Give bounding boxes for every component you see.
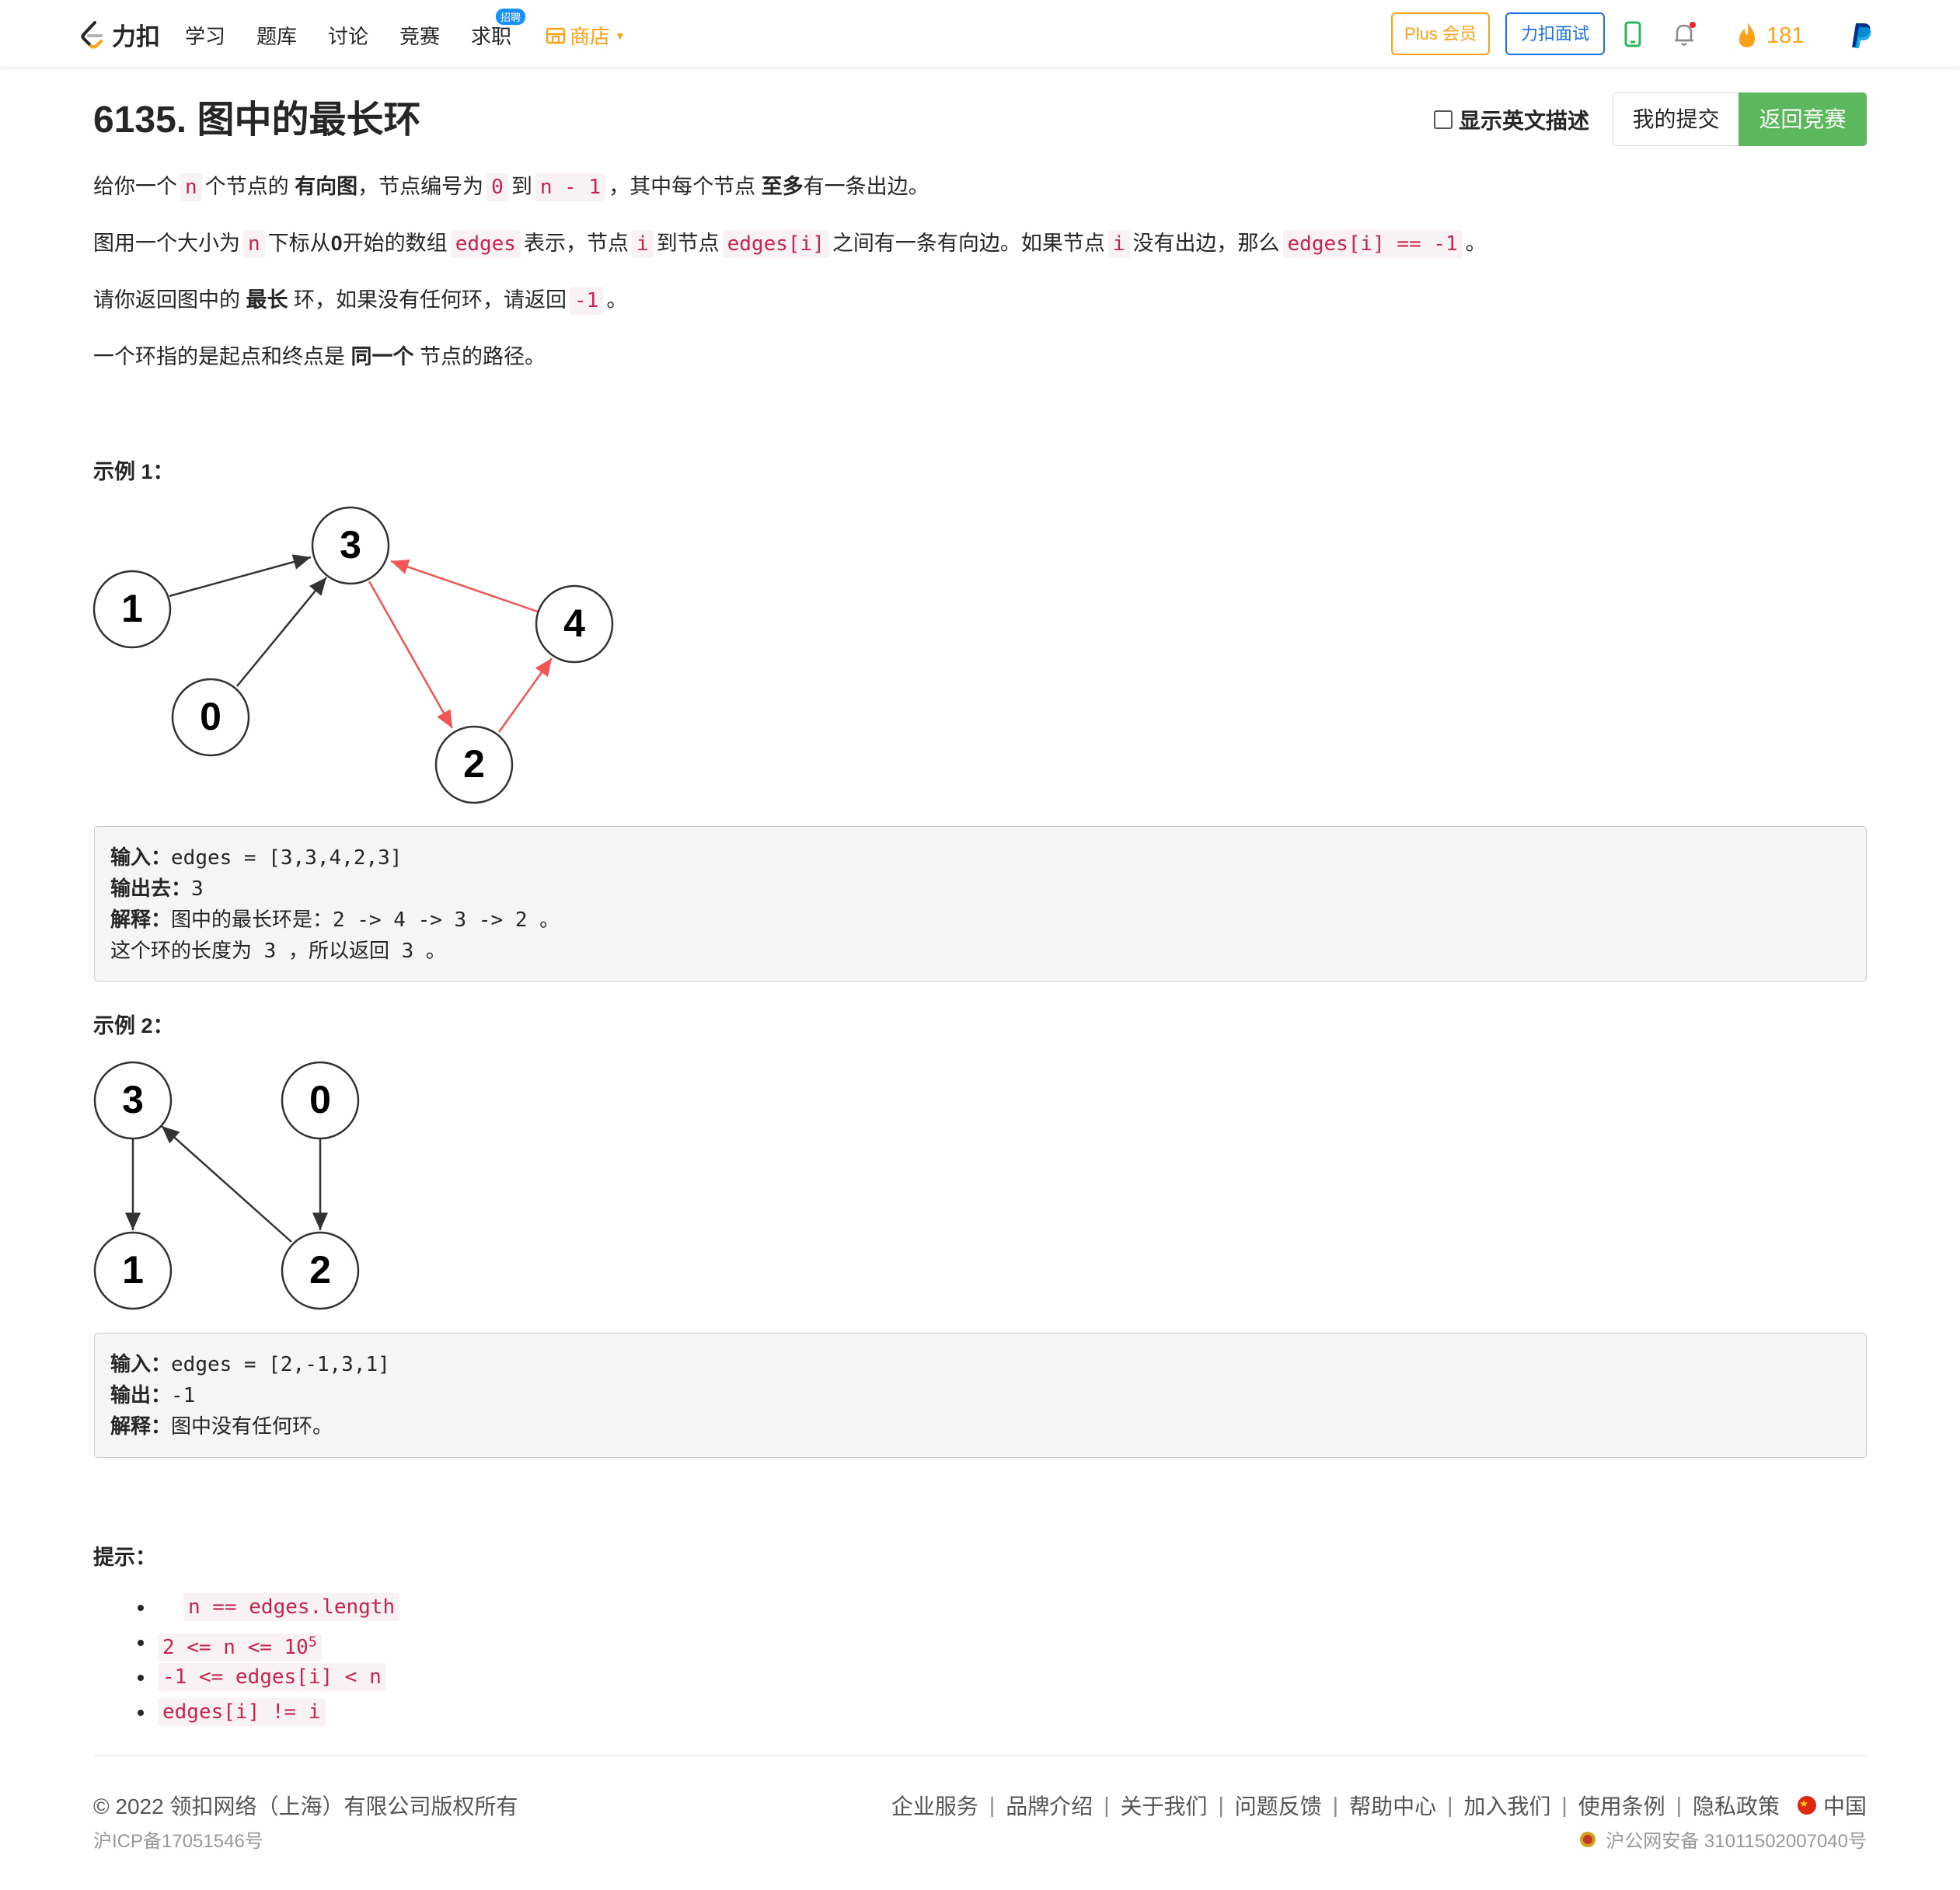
region-label: 中国 <box>1822 1794 1867 1819</box>
svg-text:3: 3 <box>340 523 361 567</box>
show-english-checkbox[interactable] <box>1434 110 1453 129</box>
show-english-toggle[interactable]: 显示英文描述 <box>1434 104 1589 135</box>
china-flag-icon <box>1797 1796 1816 1815</box>
edge-1-3 <box>169 554 312 598</box>
paypal-icon[interactable] <box>1850 22 1873 50</box>
output-label: 输出去： <box>110 877 192 901</box>
exponent: 5 <box>308 1634 317 1650</box>
police-record-text: 沪公网安备 31011502007040号 <box>1606 1831 1867 1852</box>
footer-link-join[interactable]: 加入我们 <box>1463 1790 1550 1821</box>
show-english-label: 显示英文描述 <box>1459 109 1590 133</box>
edge-3-2 <box>368 581 454 729</box>
footer-link-feedback[interactable]: 问题反馈 <box>1235 1790 1322 1821</box>
plus-member-button[interactable]: Plus 会员 <box>1391 12 1490 55</box>
constraints-heading: 提示： <box>93 1546 156 1569</box>
graph-node-3: 3 <box>311 506 390 585</box>
explain-value: 图中的最长环是：2 -> 4 -> 3 -> 2 。 <box>171 908 560 932</box>
edge-4-3 <box>390 559 539 613</box>
footer-link-help[interactable]: 帮助中心 <box>1349 1790 1436 1821</box>
example-2-io-box: 输入：edges = [2,-1,3,1] 输出：-1 解释：图中没有任何环。 <box>94 1333 1867 1458</box>
icp-link[interactable]: 沪ICP备17051546号 <box>93 1825 263 1853</box>
nav-item-discuss[interactable]: 讨论 <box>328 21 368 50</box>
example-1-graph: 3 1 4 0 2 <box>92 506 614 804</box>
input-value: edges = [2,-1,3,1] <box>171 1353 390 1376</box>
graph-node-4: 4 <box>535 584 614 664</box>
svg-text:2: 2 <box>463 742 485 786</box>
copyright: © 2022 领扣网络（上海）有限公司版权所有 <box>93 1794 518 1819</box>
police-record[interactable]: 沪公网安备 31011502007040号 <box>1579 1825 1867 1853</box>
logo[interactable]: 力扣 <box>78 17 160 52</box>
constraint-item: -1 <= edges[i] < n <box>93 1659 403 1694</box>
input-label: 输入： <box>110 846 172 870</box>
streak-count[interactable]: 181 <box>1766 23 1804 49</box>
interview-button[interactable]: 力扣面试 <box>1505 12 1605 55</box>
description-paragraph-1: 给你一个 n 个节点的 有向图，节点编号为 0 到 n - 1 ，其中每个节点 至多有一条出… <box>93 171 929 203</box>
graph-node-2: 2 <box>281 1231 360 1310</box>
region-selector[interactable]: 中国 <box>1797 1790 1867 1821</box>
phone-icon[interactable] <box>1624 21 1641 47</box>
graph-node-1: 1 <box>92 570 172 649</box>
description-paragraph-3: 请你返回图中的 最长 环，如果没有任何环，请返回 -1。 <box>93 284 627 316</box>
problem-title: 6135. 图中的最长环 <box>93 99 421 141</box>
svg-text:2: 2 <box>309 1248 331 1292</box>
my-submissions-button[interactable]: 我的提交 <box>1613 92 1739 146</box>
graph-node-0: 0 <box>171 678 250 757</box>
example-2-heading: 示例 2： <box>93 1014 174 1037</box>
hiring-badge: 招聘 <box>496 9 526 25</box>
logo-text: 力扣 <box>112 23 160 51</box>
example-2-graph: 3 0 1 2 <box>93 1061 360 1310</box>
police-emblem-icon <box>1580 1831 1596 1847</box>
svg-text:0: 0 <box>309 1078 331 1121</box>
svg-text:4: 4 <box>563 602 585 645</box>
nav-item-problems[interactable]: 题库 <box>256 21 297 50</box>
example-1-io-box: 输入：edges = [3,3,4,2,3] 输出去：3 解释：图中的最长环是：… <box>94 826 1867 982</box>
graph-node-3: 3 <box>93 1061 173 1140</box>
graph-node-2: 2 <box>434 725 514 804</box>
input-label: 输入： <box>110 1353 172 1376</box>
explain-label: 解释： <box>110 908 172 932</box>
nav-item-contest[interactable]: 竞赛 <box>399 21 440 50</box>
description-paragraph-2: 图用一个大小为 n 下标从0开始的数组 edges 表示，节点 i 到节点 edges[i] 之… <box>93 228 1487 260</box>
nav-item-jobs[interactable]: 求职 <box>471 21 511 50</box>
output-value: -1 <box>171 1384 196 1407</box>
edge-0-3 <box>236 577 327 687</box>
graph-node-0: 0 <box>281 1061 360 1140</box>
explain-value-2: 这个环的长度为 3 ，所以返回 3 。 <box>110 940 446 963</box>
graph-node-1: 1 <box>93 1231 173 1310</box>
footer-link-brand[interactable]: 品牌介绍 <box>1006 1790 1093 1821</box>
svg-text:0: 0 <box>200 695 221 738</box>
top-nav: 力扣 学习 题库 讨论 竞赛 求职 招聘 商店 ▼ Plus 会员 力扣面试 1… <box>0 0 1960 68</box>
store-icon <box>546 27 566 44</box>
example-1-heading: 示例 1： <box>93 460 174 483</box>
constraints-list: n == edges.length 2 <= n <= 105 -1 <= ed… <box>93 1589 403 1729</box>
footer-link-enterprise[interactable]: 企业服务 <box>891 1790 978 1821</box>
output-value: 3 <box>191 877 204 901</box>
edge-2-4 <box>497 657 553 733</box>
footer-links: 企业服务 | 品牌介绍 | 关于我们 | 问题反馈 | 帮助中心 | 加入我们 | 使用条例… <box>891 1790 1867 1821</box>
svg-text:1: 1 <box>122 1248 144 1292</box>
back-to-contest-button[interactable]: 返回竞赛 <box>1739 92 1867 146</box>
bell-icon[interactable] <box>1671 20 1699 48</box>
edge-2-3 <box>161 1125 292 1243</box>
nav-item-learn[interactable]: 学习 <box>185 21 225 50</box>
output-label: 输出： <box>110 1384 172 1407</box>
input-value: edges = [3,3,4,2,3] <box>171 846 403 870</box>
caret-down-icon: ▼ <box>615 29 626 42</box>
nav-item-store[interactable]: 商店 ▼ <box>546 21 626 50</box>
constraint-item: 2 <= n <= 105 <box>93 1624 403 1662</box>
footer-link-about[interactable]: 关于我们 <box>1120 1790 1207 1821</box>
explain-label: 解释： <box>110 1415 172 1438</box>
svg-text:3: 3 <box>122 1078 144 1121</box>
explain-value: 图中没有任何环。 <box>171 1415 333 1438</box>
store-label: 商店 <box>570 25 611 48</box>
footer-divider <box>94 1755 1867 1756</box>
constraint-item: edges[i] != i <box>93 1694 403 1729</box>
flame-icon <box>1739 23 1756 47</box>
svg-text:1: 1 <box>121 587 143 630</box>
leetcode-logo-icon <box>81 20 103 48</box>
constraint-item: n == edges.length <box>93 1589 403 1624</box>
footer-link-privacy[interactable]: 隐私政策 <box>1693 1790 1780 1821</box>
description-paragraph-4: 一个环指的是起点和终点是 同一个 节点的路径。 <box>93 345 546 368</box>
footer-link-terms[interactable]: 使用条例 <box>1578 1790 1665 1821</box>
